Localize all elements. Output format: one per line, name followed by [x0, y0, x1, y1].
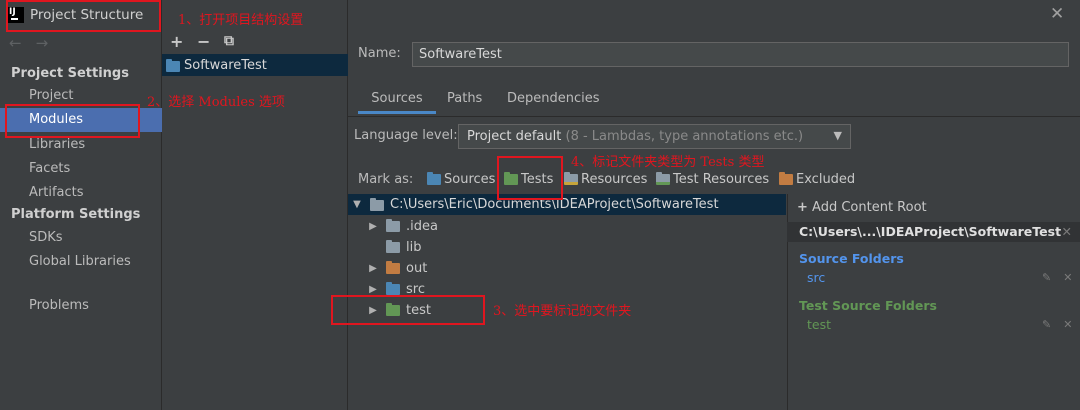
forward-arrow-icon[interactable]: → — [36, 34, 49, 52]
remove-content-root-icon[interactable]: ✕ — [1062, 222, 1072, 242]
mark-as-sources-label: Sources — [444, 172, 496, 187]
annotation-step4: 4、标记文件夹类型为 Tests 类型 — [571, 155, 765, 170]
content-root-path: C:\Users\...\IDEAProject\SoftwareTest — [799, 224, 1062, 239]
excluded-folder-icon — [779, 172, 793, 185]
tree-row-out[interactable]: ▶ out — [366, 258, 427, 278]
annotation-step1: 1、打开项目结构设置 — [178, 13, 304, 28]
mark-as-excluded-button[interactable]: Excluded — [779, 172, 855, 187]
nav-item-problems[interactable]: Problems — [0, 294, 162, 318]
tab-sources[interactable]: Sources — [358, 90, 436, 114]
folder-icon — [370, 198, 384, 211]
excluded-folder-icon — [386, 260, 400, 274]
module-name: SoftwareTest — [184, 57, 267, 73]
edit-pencil-icon[interactable]: ✎ — [1042, 271, 1051, 284]
module-name-input[interactable]: SoftwareTest — [412, 42, 1069, 67]
add-content-root-label: Add Content Root — [812, 200, 927, 215]
platform-settings-header: Platform Settings — [11, 207, 141, 222]
annotation-box-test-folder — [331, 295, 485, 325]
mark-as-label: Mark as: — [358, 172, 414, 187]
source-folder-actions: ✎ ✕ — [1042, 271, 1072, 284]
close-window-icon[interactable]: ✕ — [1050, 4, 1064, 24]
tree-row-label: lib — [406, 239, 422, 255]
nav-item-sdks[interactable]: SDKs — [0, 226, 162, 250]
language-level-hint: (8 - Lambdas, type annotations etc.) — [561, 129, 804, 144]
mark-as-resources-button[interactable]: Resources — [564, 172, 647, 187]
remove-icon[interactable]: ✕ — [1063, 271, 1072, 284]
test-source-folders-title: Test Source Folders — [799, 298, 937, 313]
project-settings-header: Project Settings — [11, 66, 129, 81]
plus-icon: + — [797, 200, 808, 215]
language-level-label: Language level: — [354, 128, 458, 143]
tab-divider — [348, 116, 1080, 117]
mark-as-test-resources-label: Test Resources — [673, 172, 770, 187]
tab-paths[interactable]: Paths — [447, 90, 482, 114]
tree-row-lib[interactable]: lib — [366, 237, 421, 257]
content-root-path-row: C:\Users\...\IDEAProject\SoftwareTest ✕ — [787, 222, 1080, 242]
tree-root-row[interactable]: ▼ C:\Users\Eric\Documents\IDEAProject\So… — [348, 194, 786, 215]
language-level-value: Project default — [467, 129, 562, 144]
test-source-folder-actions: ✎ ✕ — [1042, 318, 1072, 331]
folder-icon — [386, 218, 400, 232]
test-resource-folder-icon — [656, 172, 670, 185]
source-folder-icon — [427, 172, 441, 185]
annotation-step2: 2、选择 Modules 选项 — [147, 95, 285, 110]
language-level-select[interactable]: Project default (8 - Lambdas, type annot… — [458, 124, 851, 149]
edit-pencil-icon[interactable]: ✎ — [1042, 318, 1051, 331]
nav-item-artifacts[interactable]: Artifacts — [0, 181, 162, 205]
remove-module-button[interactable]: − — [197, 32, 210, 51]
mark-as-test-resources-button[interactable]: Test Resources — [656, 172, 769, 187]
back-arrow-icon[interactable]: ← — [9, 34, 22, 52]
resource-folder-icon — [564, 172, 578, 185]
name-label: Name: — [358, 46, 401, 61]
source-folders-title: Source Folders — [799, 251, 904, 266]
annotation-step3: 3、选中要标记的文件夹 — [493, 304, 632, 319]
remove-icon[interactable]: ✕ — [1063, 318, 1072, 331]
annotation-box-title — [6, 0, 161, 32]
tree-row-idea[interactable]: ▶ .idea — [366, 216, 438, 236]
collapsed-arrow-icon[interactable]: ▶ — [366, 284, 380, 295]
copy-module-button[interactable]: ⧉ — [224, 33, 234, 49]
add-content-root-button[interactable]: + Add Content Root — [797, 200, 927, 215]
mark-as-resources-label: Resources — [581, 172, 648, 187]
mark-as-sources-button[interactable]: Sources — [427, 172, 495, 187]
nav-item-global-libraries[interactable]: Global Libraries — [0, 250, 162, 274]
tree-row-label: .idea — [406, 218, 438, 234]
collapsed-arrow-icon[interactable]: ▶ — [366, 221, 380, 232]
mark-as-excluded-label: Excluded — [796, 172, 856, 187]
chevron-down-icon: ▼ — [833, 129, 842, 142]
annotation-box-tests — [497, 156, 563, 200]
tab-dependencies[interactable]: Dependencies — [507, 90, 600, 114]
module-folder-icon — [166, 58, 180, 72]
folder-icon — [386, 239, 400, 253]
test-source-folder-item: test — [807, 317, 832, 332]
nav-item-facets[interactable]: Facets — [0, 157, 162, 181]
source-folder-item: src — [807, 270, 826, 285]
nav-arrows: ← → — [9, 34, 48, 52]
expanded-arrow-icon[interactable]: ▼ — [350, 199, 364, 210]
add-module-button[interactable]: + — [170, 32, 183, 51]
tree-row-label: out — [406, 260, 428, 276]
source-folder-icon — [386, 281, 400, 295]
collapsed-arrow-icon[interactable]: ▶ — [366, 263, 380, 274]
settings-nav-panel — [0, 0, 162, 410]
module-list-item[interactable]: SoftwareTest — [162, 54, 348, 76]
annotation-box-modules — [5, 104, 140, 138]
